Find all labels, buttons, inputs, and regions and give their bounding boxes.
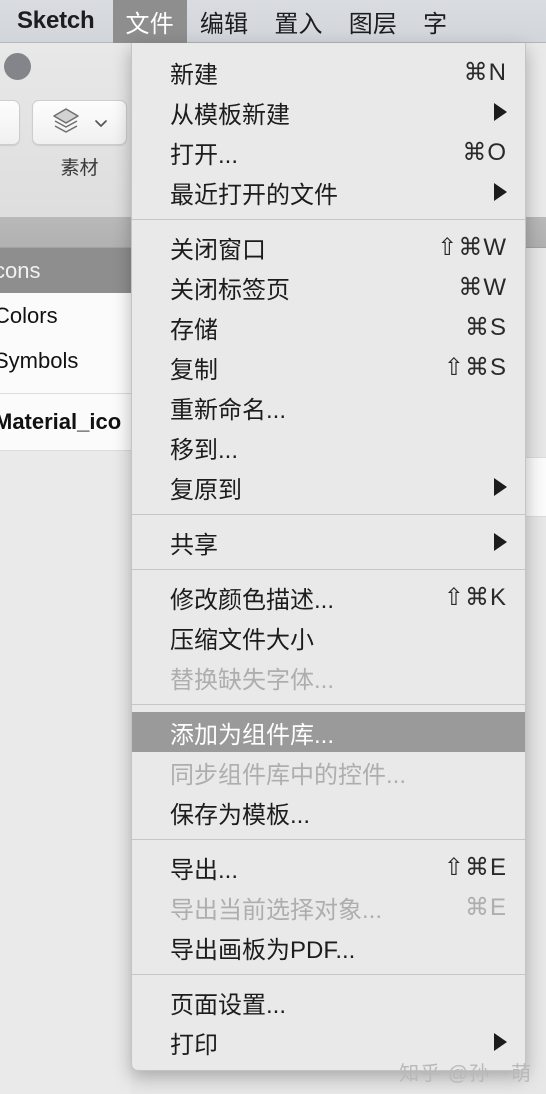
menu-item-从模板新建[interactable]: 从模板新建 <box>132 92 525 132</box>
sidebar-file-label: Material_ico <box>0 409 122 434</box>
menu-item-shortcut: ⌘E <box>464 893 507 921</box>
sidebar-file-name[interactable]: Material_ico <box>0 394 131 451</box>
menubar-item-type[interactable]: 字 <box>410 0 460 43</box>
sidebar-header-band <box>0 217 131 248</box>
menu-item-shortcut: ⌘W <box>458 273 507 301</box>
menu-item-导出当前选择对象: 导出当前选择对象... ⌘E <box>132 887 525 927</box>
menu-separator <box>132 839 525 840</box>
menu-item-label: 从模板新建 <box>170 101 290 129</box>
menu-item-shortcut: ⌘N <box>463 58 507 86</box>
menu-item-修改颜色描述[interactable]: 修改颜色描述... ⇧⌘K <box>132 577 525 617</box>
menu-item-shortcut: ⇧⌘S <box>443 353 507 381</box>
toolbar-caption: 素材 <box>60 158 99 179</box>
menu-item-重新命名[interactable]: 重新命名... <box>132 387 525 427</box>
sidebar-list: cons Colors Symbols <box>0 248 131 394</box>
menu-item-label: 压缩文件大小 <box>170 626 314 654</box>
left-sidebar: cons Colors Symbols Material_ico <box>0 217 131 1094</box>
menu-item-label: 关闭标签页 <box>170 276 290 304</box>
window-control-dot[interactable] <box>4 53 31 80</box>
toolbar-button-partial[interactable] <box>0 100 20 145</box>
toolbar-button-layers[interactable] <box>32 100 127 145</box>
layers-icon <box>51 105 81 140</box>
menu-item-压缩文件大小[interactable]: 压缩文件大小 <box>132 617 525 657</box>
menu-item-移到[interactable]: 移到... <box>132 427 525 467</box>
menu-item-label: 存储 <box>170 316 218 344</box>
submenu-arrow-icon <box>494 103 507 121</box>
menu-item-label: 导出画板为PDF... <box>170 936 356 964</box>
menu-item-label: 共享 <box>170 531 218 559</box>
menu-item-打印[interactable]: 打印 <box>132 1022 525 1062</box>
menu-item-label: 复制 <box>170 356 218 384</box>
menu-item-label: 导出... <box>170 856 239 884</box>
menu-item-最近打开的文件[interactable]: 最近打开的文件 <box>132 172 525 212</box>
menu-item-添加为组件库[interactable]: 添加为组件库... <box>132 712 525 752</box>
menu-item-复制[interactable]: 复制 ⇧⌘S <box>132 347 525 387</box>
menu-item-同步组件库中的控件: 同步组件库中的控件... <box>132 752 525 792</box>
menu-item-shortcut: ⇧⌘W <box>437 233 507 261</box>
menu-item-label: 重新命名... <box>170 396 287 424</box>
menubar-app-name[interactable]: Sketch <box>0 0 113 43</box>
submenu-arrow-icon <box>494 478 507 496</box>
menu-item-label: 打印 <box>170 1031 218 1059</box>
chevron-down-icon <box>93 115 109 131</box>
menubar-item-layer[interactable]: 图层 <box>336 0 410 43</box>
sidebar-item-label: cons <box>0 257 41 283</box>
menu-item-导出[interactable]: 导出... ⇧⌘E <box>132 847 525 887</box>
menu-item-关闭标签页[interactable]: 关闭标签页 ⌘W <box>132 267 525 307</box>
sidebar-footer <box>0 451 131 1094</box>
menu-item-label: 同步组件库中的控件... <box>170 761 407 789</box>
menu-item-label: 导出当前选择对象... <box>170 896 383 924</box>
menu-item-存储[interactable]: 存储 ⌘S <box>132 307 525 347</box>
menu-item-替换缺失字体: 替换缺失字体... <box>132 657 525 697</box>
menu-item-页面设置[interactable]: 页面设置... <box>132 982 525 1022</box>
menu-item-label: 关闭窗口 <box>170 236 266 264</box>
menubar-item-insert[interactable]: 置入 <box>261 0 335 43</box>
menu-separator <box>132 569 525 570</box>
menu-item-label: 页面设置... <box>170 991 287 1019</box>
menu-item-导出画板为PDF[interactable]: 导出画板为PDF... <box>132 927 525 967</box>
menu-separator <box>132 974 525 975</box>
menu-item-shortcut: ⇧⌘K <box>443 583 507 611</box>
menu-separator <box>132 219 525 220</box>
menu-item-保存为模板[interactable]: 保存为模板... <box>132 792 525 832</box>
menu-item-关闭窗口[interactable]: 关闭窗口 ⇧⌘W <box>132 227 525 267</box>
menubar: Sketch 文件 编辑 置入 图层 字 <box>0 0 546 43</box>
app-window: 素材 cons Colors Symbols Material_ico Sket… <box>0 0 546 1094</box>
sidebar-item-label: Colors <box>0 302 58 328</box>
menu-item-label: 复原到 <box>170 476 242 504</box>
menu-item-复原到[interactable]: 复原到 <box>132 467 525 507</box>
submenu-arrow-icon <box>494 1033 507 1051</box>
menubar-item-file[interactable]: 文件 <box>112 0 187 43</box>
menu-item-打开[interactable]: 打开... ⌘O <box>132 132 525 172</box>
sidebar-item-symbols[interactable]: Symbols <box>0 338 131 383</box>
menu-item-label: 最近打开的文件 <box>170 181 338 209</box>
sidebar-item-icons[interactable]: cons <box>0 248 131 293</box>
menu-item-label: 移到... <box>170 436 239 464</box>
file-dropdown-menu: 新建 ⌘N 从模板新建打开... ⌘O 最近打开的文件 关闭窗口 ⇧⌘W 关闭标签页 ⌘W 存储 ⌘… <box>131 43 526 1071</box>
menu-item-shortcut: ⌘S <box>464 313 507 341</box>
menu-item-label: 新建 <box>170 61 218 89</box>
sidebar-item-label: Symbols <box>0 347 79 373</box>
menu-item-label: 保存为模板... <box>170 801 311 829</box>
menu-separator <box>132 514 525 515</box>
menu-item-label: 添加为组件库... <box>170 721 335 749</box>
submenu-arrow-icon <box>494 183 507 201</box>
menu-item-shortcut: ⌘O <box>462 138 507 166</box>
watermark: 知乎 @孙一萌 <box>399 1063 532 1085</box>
menu-item-label: 打开... <box>170 141 239 169</box>
menu-separator <box>132 704 525 705</box>
menu-item-label: 替换缺失字体... <box>170 666 335 694</box>
menu-item-共享[interactable]: 共享 <box>132 522 525 562</box>
menubar-item-edit[interactable]: 编辑 <box>187 0 261 43</box>
menu-item-shortcut: ⇧⌘E <box>443 853 507 881</box>
toolbar: 素材 <box>0 43 131 218</box>
menu-item-新建[interactable]: 新建 ⌘N <box>132 52 525 92</box>
menu-item-label: 修改颜色描述... <box>170 586 335 614</box>
chevron-down-icon <box>0 115 2 131</box>
sidebar-item-colors[interactable]: Colors <box>0 293 131 338</box>
submenu-arrow-icon <box>494 533 507 551</box>
